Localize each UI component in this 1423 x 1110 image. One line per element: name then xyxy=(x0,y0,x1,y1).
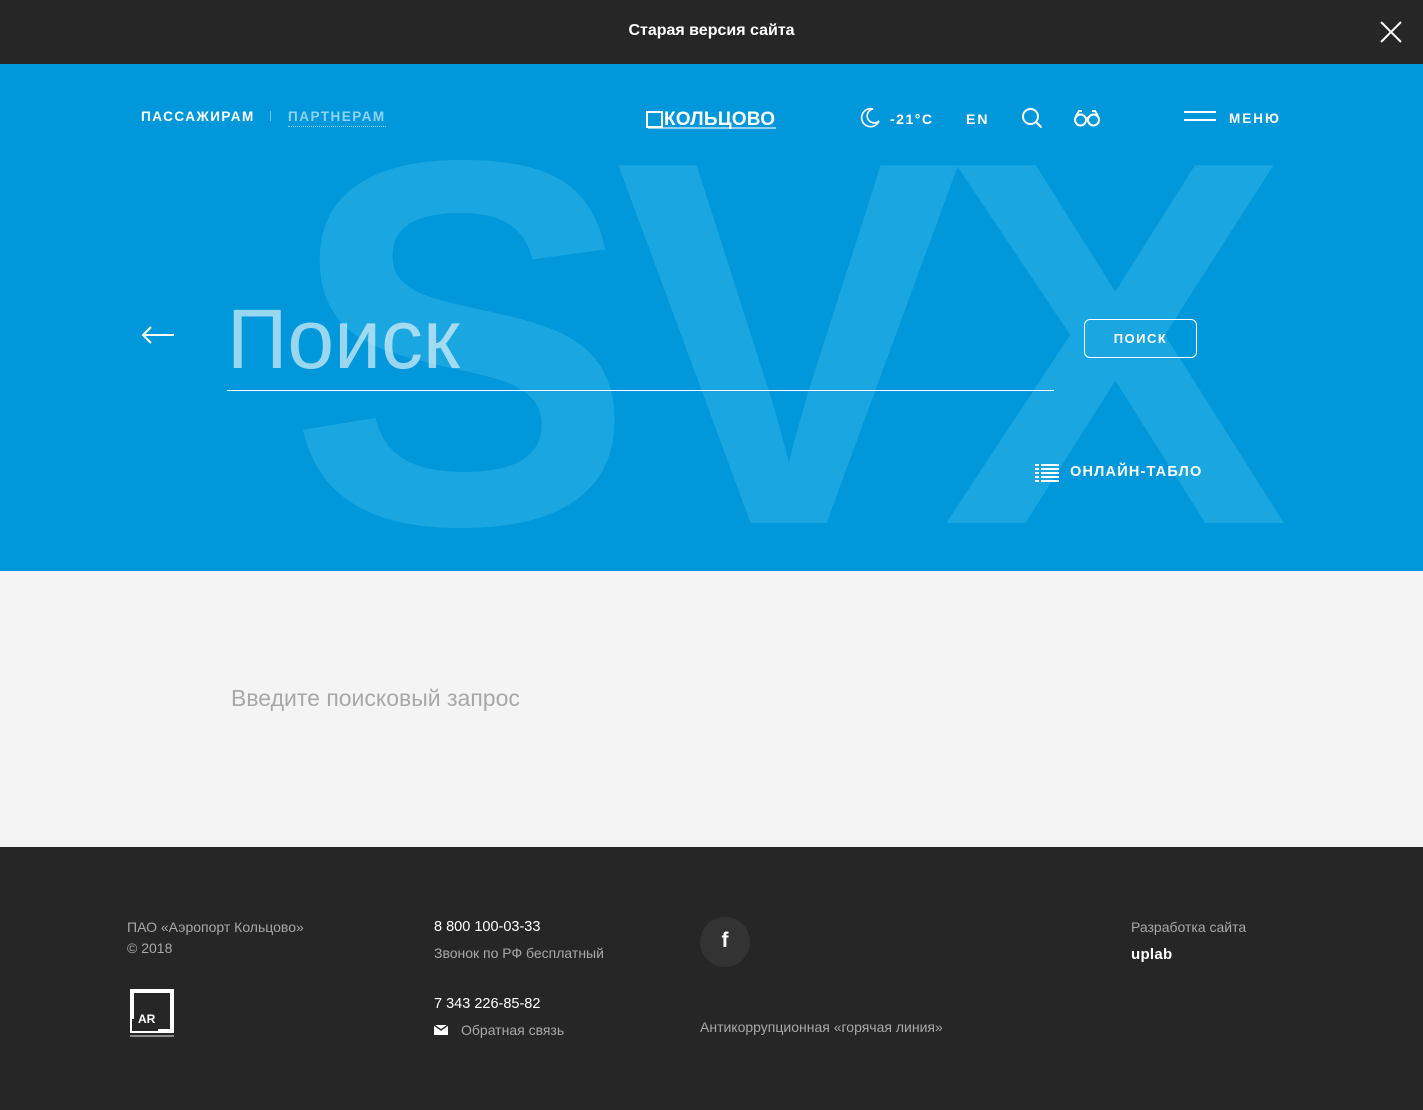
mail-icon xyxy=(434,1025,448,1035)
hamburger-icon[interactable] xyxy=(1184,111,1216,125)
logo-subline xyxy=(648,127,776,129)
temperature: -21°C xyxy=(890,111,934,127)
moon-icon xyxy=(860,107,880,128)
developer-label: Разработка сайта xyxy=(1131,919,1247,935)
nav-partners[interactable]: ПАРТНЕРАМ xyxy=(288,109,386,127)
search-results-area: Введите поисковый запрос xyxy=(0,571,1423,847)
nav-passengers[interactable]: ПАССАЖИРАМ xyxy=(141,109,255,124)
old-site-banner: Старая версия сайта xyxy=(0,0,1423,64)
search-button[interactable]: ПОИСК xyxy=(1084,319,1197,358)
facebook-button[interactable]: f xyxy=(700,917,750,967)
phone-free[interactable]: 8 800 100-03-33 xyxy=(434,919,540,935)
logo-mark xyxy=(646,111,663,128)
close-icon[interactable] xyxy=(1378,19,1404,45)
ar-logo-text: AR xyxy=(138,1012,156,1026)
uplab-logo[interactable]: uplab xyxy=(1131,946,1173,963)
feedback-link[interactable]: Обратная связь xyxy=(461,1022,564,1038)
anticorruption-hotline-link[interactable]: Антикоррупционная «горячая линия» xyxy=(700,1019,943,1035)
koltsovo-logo[interactable]: КОЛЬЦОВО xyxy=(646,109,778,133)
online-board-label: ОНЛАЙН-ТАБЛО xyxy=(1070,464,1203,480)
menu-button[interactable]: МЕНЮ xyxy=(1229,111,1281,126)
search-icon[interactable] xyxy=(1021,107,1043,129)
copyright: © 2018 xyxy=(127,940,173,956)
company-name: ПАО «Аэропорт Кольцово» xyxy=(127,919,304,935)
search-hero: SVX ПАССАЖИРАМ ПАРТНЕРАМ КОЛЬЦОВО -21°C … xyxy=(0,64,1423,571)
facebook-icon: f xyxy=(721,929,729,952)
phone-local[interactable]: 7 343 226-85-82 xyxy=(434,996,540,1012)
board-list-icon xyxy=(1035,464,1059,482)
back-arrow-icon[interactable] xyxy=(141,325,175,345)
old-site-link[interactable]: Старая версия сайта xyxy=(0,22,1423,40)
nav-divider xyxy=(270,111,271,121)
search-hint: Введите поисковый запрос xyxy=(231,685,520,711)
phone-free-note: Звонок по РФ бесплатный xyxy=(434,945,604,961)
language-switch[interactable]: EN xyxy=(966,111,989,127)
search-input[interactable] xyxy=(227,289,1054,391)
footer: ПАО «Аэропорт Кольцово» © 2018 AR 8 800 … xyxy=(0,847,1423,1110)
accessibility-glasses-icon[interactable] xyxy=(1073,108,1101,128)
